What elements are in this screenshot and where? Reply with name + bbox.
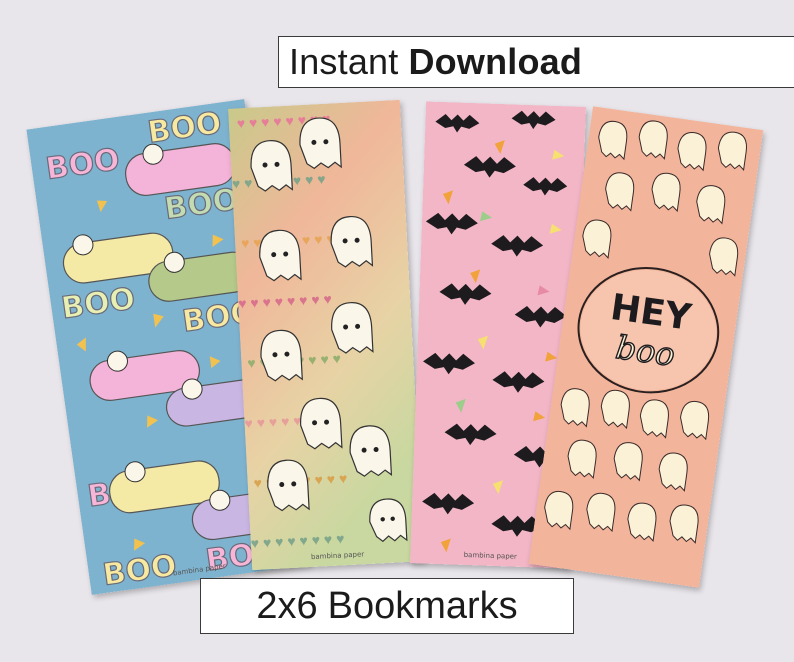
bookmark-size-banner: 2x6 Bookmarks [200, 578, 574, 634]
product-label: Bookmarks [327, 584, 518, 627]
ghost-heart-pattern: ♥ ♥ ♥ ♥ ♥ ♥ ♥ ♥ ♥ ♥ ♥ ♥ ♥ ♥ ♥ ♥ ♥ ♥ ♥ ♥ … [228, 99, 424, 571]
instant-download-banner: Instant Download [278, 36, 794, 88]
bookmark-ghosts-hearts: ♥ ♥ ♥ ♥ ♥ ♥ ♥ ♥ ♥ ♥ ♥ ♥ ♥ ♥ ♥ ♥ ♥ ♥ ♥ ♥ … [228, 99, 424, 571]
banner-emphasis: Download [408, 41, 583, 82]
size-label: 2x6 [256, 584, 318, 627]
boo-script-text: boo [614, 328, 678, 374]
banner-prefix: Instant [289, 41, 399, 82]
